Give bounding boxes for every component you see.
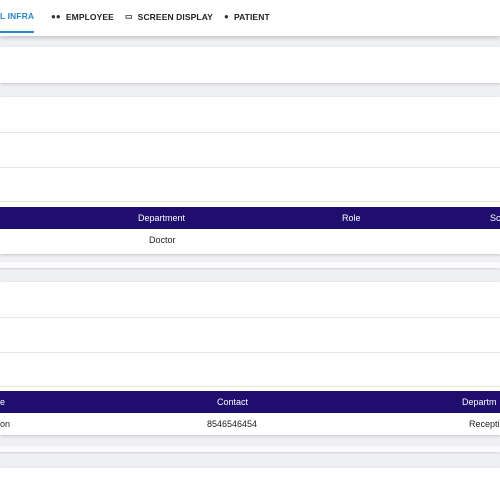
monitor-icon: ▭	[125, 12, 133, 21]
column-header-contact[interactable]: Contact	[217, 391, 248, 413]
table-header: e Contact Departm	[0, 391, 500, 413]
patient-icon: ●	[224, 12, 229, 21]
column-header-department[interactable]: Department	[138, 207, 185, 229]
tab-screen-display[interactable]: ▭ SCREEN DISPLAY	[125, 0, 213, 33]
table-row[interactable]: on 8546546454 Recepti	[0, 413, 500, 435]
top-nav: L INFRA ●● EMPLOYEE ▭ SCREEN DISPLAY ● P…	[0, 0, 500, 36]
tab-patient[interactable]: ● PATIENT	[224, 0, 270, 33]
divider	[0, 167, 500, 168]
section-card	[0, 468, 500, 500]
column-header-role[interactable]: Role	[342, 207, 361, 229]
column-header-department[interactable]: Departm	[462, 391, 497, 413]
tab-hospital-infra[interactable]: L INFRA	[0, 0, 35, 33]
tab-label: PATIENT	[233, 11, 270, 22]
cell-department: Doctor	[149, 235, 176, 245]
table-row[interactable]: Doctor	[0, 229, 500, 251]
column-header[interactable]: Sc	[490, 207, 500, 229]
tab-label: SCREEN DISPLAY	[137, 11, 213, 22]
cell-name: on	[0, 419, 11, 429]
people-icon: ●●	[51, 12, 61, 21]
tab-label: L INFRA	[0, 10, 35, 21]
divider	[0, 317, 500, 318]
tab-label: EMPLOYEE	[65, 11, 114, 22]
table-header: Department Role Sc	[0, 207, 500, 229]
cell-department: Recepti	[469, 419, 500, 429]
column-header-name[interactable]: e	[0, 391, 5, 413]
divider	[0, 201, 500, 202]
cell-contact: 8546546454	[207, 419, 258, 429]
divider	[0, 352, 500, 353]
section-card	[0, 47, 500, 83]
section-divider	[0, 262, 500, 268]
section-divider	[0, 446, 500, 452]
divider	[0, 132, 500, 133]
divider	[0, 386, 500, 387]
tab-employee[interactable]: ●● EMPLOYEE	[51, 0, 114, 33]
